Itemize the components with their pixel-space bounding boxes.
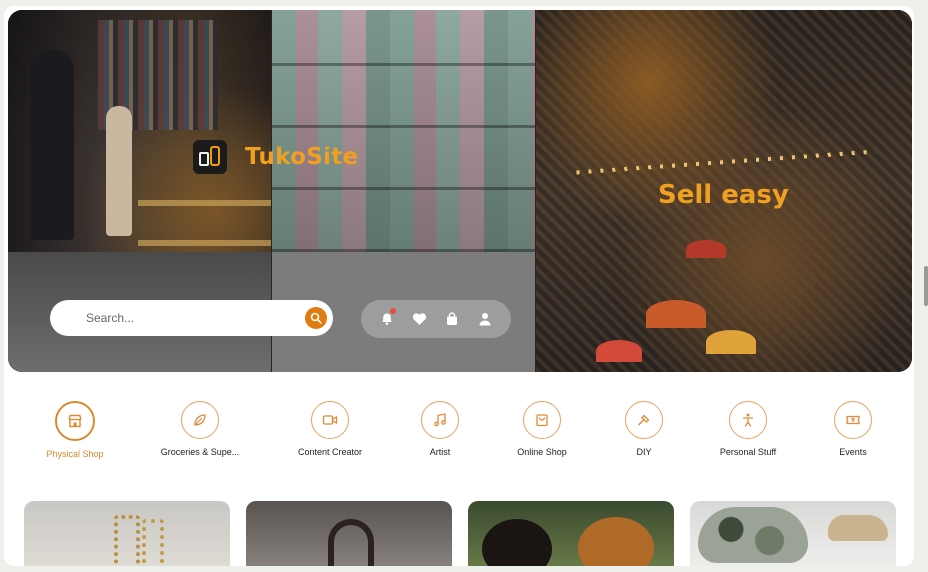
- category-label: Content Creator: [297, 447, 363, 457]
- product-card-portrait[interactable]: [468, 501, 674, 566]
- category-label: DIY: [636, 447, 652, 457]
- notifications-button[interactable]: [375, 307, 399, 331]
- category-content-creator[interactable]: Content Creator: [275, 401, 385, 457]
- category-label: Artist: [429, 447, 451, 457]
- heart-icon: [413, 313, 427, 325]
- category-online-shop[interactable]: Online Shop: [487, 401, 597, 457]
- category-label: Personal Stuff: [719, 447, 777, 457]
- category-label: Events: [839, 447, 867, 457]
- notification-badge: [390, 308, 397, 314]
- category-label: Online Shop: [517, 447, 567, 457]
- brand-name: TukoSite: [245, 144, 359, 170]
- bell-icon: [382, 313, 393, 325]
- page-frame: TukoSite Sell easy Search... Physical Sh…: [4, 6, 914, 566]
- search-button[interactable]: [305, 307, 327, 329]
- category-label: Physical Shop: [46, 449, 104, 459]
- account-button[interactable]: [473, 307, 497, 331]
- search-input[interactable]: [86, 311, 286, 325]
- store-icon: [68, 414, 82, 428]
- music-icon: [434, 413, 446, 427]
- category-physical-shop[interactable]: Physical Shop: [20, 401, 130, 459]
- bag-icon: [447, 312, 458, 325]
- search-icon: [310, 312, 322, 324]
- leaf-icon: [194, 414, 206, 426]
- product-card-handbag[interactable]: [246, 501, 452, 566]
- category-diy[interactable]: DIY: [589, 401, 699, 457]
- logo-devices-icon: [193, 140, 227, 174]
- category-artist[interactable]: Artist: [385, 401, 495, 457]
- hero-banner: TukoSite Sell easy: [8, 10, 912, 372]
- category-groceries[interactable]: Groceries & Supe...: [145, 401, 255, 457]
- product-card-clogs[interactable]: [690, 501, 896, 566]
- wishlist-button[interactable]: [408, 307, 432, 331]
- search-bar: [50, 300, 333, 336]
- category-label: Groceries & Supe...: [160, 447, 240, 457]
- ticket-icon: [846, 415, 860, 425]
- category-events[interactable]: Events: [798, 401, 908, 457]
- cart-button[interactable]: [440, 307, 464, 331]
- hero-tagline: Sell easy: [658, 180, 789, 210]
- category-bar: Physical Shop Groceries & Supe... Conten…: [4, 401, 914, 481]
- header-actions: [361, 300, 511, 338]
- product-card-earrings[interactable]: [24, 501, 230, 566]
- brand-logo[interactable]: TukoSite: [193, 140, 358, 174]
- user-icon: [479, 313, 491, 326]
- video-icon: [322, 415, 338, 425]
- person-icon: [742, 413, 754, 427]
- hammer-icon: [638, 414, 650, 426]
- shopping-bag-icon: [536, 414, 548, 427]
- scrollbar-thumb[interactable]: [924, 266, 928, 306]
- category-personal-stuff[interactable]: Personal Stuff: [693, 401, 803, 457]
